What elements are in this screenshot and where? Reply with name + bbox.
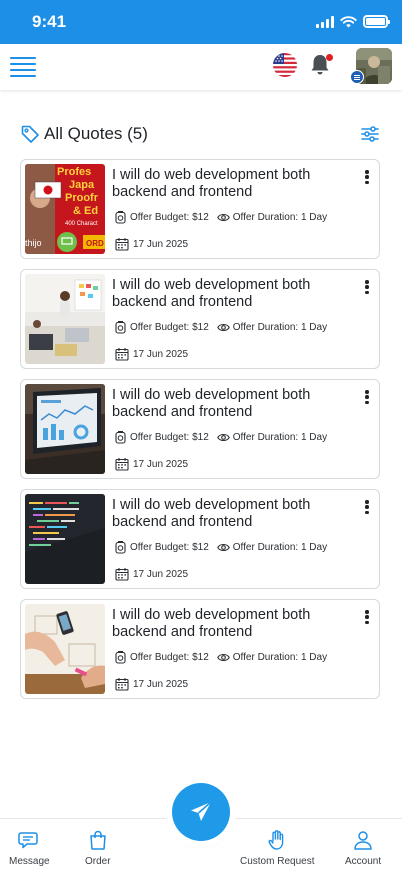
- quote-meta: Offer Budget: $12 Offer Duration: 1 Day: [114, 651, 327, 664]
- offer-budget: Offer Budget: $12: [130, 322, 209, 333]
- us-flag-icon[interactable]: [273, 53, 297, 77]
- quote-date: 17 Jun 2025: [133, 238, 189, 250]
- quote-date: 17 Jun 2025: [133, 568, 189, 580]
- more-options-icon[interactable]: [361, 498, 373, 516]
- offer-duration: Offer Duration: 1 Day: [232, 652, 328, 663]
- quote-thumbnail-proofreading: Profes Japa Proofr & Ed 400 Charact thij…: [25, 164, 105, 254]
- quote-date: 17 Jun 2025: [133, 458, 189, 470]
- svg-text:thijo: thijo: [25, 238, 42, 248]
- quote-date-row: 17 Jun 2025: [115, 237, 188, 251]
- nav-account[interactable]: Account: [345, 829, 381, 867]
- quote-title: I will do web development both backend a…: [112, 277, 311, 310]
- quote-card[interactable]: I will do web development both backend a…: [20, 269, 380, 369]
- quote-title: I will do web development both backend a…: [112, 167, 311, 200]
- chat-bubble-icon: [18, 832, 39, 849]
- offer-duration: Offer Duration: 1 Day: [232, 432, 328, 443]
- account-user-icon: [354, 831, 372, 850]
- quote-title: I will do web development both backend a…: [112, 607, 311, 640]
- cellular-signal-icon: [316, 15, 334, 28]
- quote-meta: Offer Budget: $12 Offer Duration: 1 Day: [114, 211, 327, 224]
- budget-icon: [115, 541, 126, 554]
- bell-icon[interactable]: [309, 53, 333, 79]
- app-bar: [0, 44, 402, 90]
- quote-date: 17 Jun 2025: [133, 678, 189, 690]
- calendar-icon: [115, 348, 129, 361]
- notification-dot: [326, 54, 333, 61]
- more-options-icon[interactable]: [361, 278, 373, 296]
- nav-custom-request-label: Custom Request: [240, 856, 315, 867]
- quote-meta: Offer Budget: $12 Offer Duration: 1 Day: [114, 431, 327, 444]
- eye-icon: [216, 213, 230, 222]
- quote-date-row: 17 Jun 2025: [115, 347, 188, 361]
- quote-date-row: 17 Jun 2025: [115, 457, 188, 471]
- nav-order-label: Order: [85, 856, 111, 867]
- quote-meta: Offer Budget: $12 Offer Duration: 1 Day: [114, 541, 327, 554]
- budget-icon: [115, 431, 126, 444]
- quote-card[interactable]: Profes Japa Proofr & Ed 400 Charact thij…: [20, 159, 380, 259]
- calendar-icon: [115, 678, 129, 691]
- quote-card[interactable]: I will do web development both backend a…: [20, 489, 380, 589]
- wifi-icon: [340, 15, 357, 27]
- send-paper-plane-icon[interactable]: [172, 783, 230, 841]
- more-options-icon[interactable]: [361, 168, 373, 186]
- budget-icon: [115, 211, 126, 224]
- raised-hand-icon: [268, 830, 284, 850]
- nav-custom-request[interactable]: Custom Request: [240, 829, 314, 867]
- quote-date: 17 Jun 2025: [133, 348, 189, 360]
- nav-message[interactable]: Message: [9, 829, 50, 867]
- nav-message-label: Message: [9, 856, 50, 867]
- eye-icon: [216, 653, 230, 662]
- nav-order[interactable]: Order: [85, 829, 111, 867]
- tag-icon: [21, 125, 39, 143]
- offer-budget: Offer Budget: $12: [130, 212, 209, 223]
- quote-thumbnail-code: [25, 494, 105, 584]
- budget-icon: [115, 651, 126, 664]
- quote-title: I will do web development both backend a…: [112, 497, 311, 530]
- calendar-icon: [115, 458, 129, 471]
- svg-text:Profes: Profes: [57, 166, 91, 178]
- avatar-menu-badge-icon: [350, 70, 364, 84]
- budget-icon: [115, 321, 126, 334]
- svg-text:400 Charact: 400 Charact: [65, 221, 98, 227]
- quote-date-row: 17 Jun 2025: [115, 677, 188, 691]
- offer-budget: Offer Budget: $12: [130, 432, 209, 443]
- svg-text:Proofr: Proofr: [65, 192, 99, 204]
- shopping-bag-icon: [90, 830, 106, 850]
- eye-icon: [216, 433, 230, 442]
- page-title: All Quotes (5): [44, 124, 148, 143]
- more-options-icon[interactable]: [361, 608, 373, 626]
- quote-meta: Offer Budget: $12 Offer Duration: 1 Day: [114, 321, 327, 334]
- quote-card[interactable]: I will do web development both backend a…: [20, 599, 380, 699]
- quotes-section-header: All Quotes (5): [20, 122, 382, 146]
- svg-text:ORD: ORD: [86, 239, 104, 248]
- more-options-icon[interactable]: [361, 388, 373, 406]
- status-time: 9:41: [32, 12, 67, 31]
- quote-thumbnail-wireframe-sketch: [25, 604, 105, 694]
- battery-icon: [363, 15, 390, 28]
- hamburger-menu-icon[interactable]: [10, 57, 36, 77]
- eye-icon: [216, 543, 230, 552]
- eye-icon: [216, 323, 230, 332]
- quote-card[interactable]: I will do web development both backend a…: [20, 379, 380, 479]
- svg-text:Japa: Japa: [69, 179, 95, 191]
- quote-thumbnail-laptop-dashboard: [25, 384, 105, 474]
- offer-budget: Offer Budget: $12: [130, 652, 209, 663]
- offer-duration: Offer Duration: 1 Day: [232, 212, 328, 223]
- offer-duration: Offer Duration: 1 Day: [232, 542, 328, 553]
- filter-sliders-icon[interactable]: [360, 124, 380, 144]
- calendar-icon: [115, 568, 129, 581]
- quote-title: I will do web development both backend a…: [112, 387, 311, 420]
- svg-text:& Ed: & Ed: [73, 205, 98, 217]
- calendar-icon: [115, 238, 129, 251]
- status-bar: 9:41: [0, 0, 402, 44]
- status-icons: [316, 15, 390, 28]
- nav-account-label: Account: [345, 856, 382, 867]
- quote-thumbnail-office: [25, 274, 105, 364]
- quote-date-row: 17 Jun 2025: [115, 567, 188, 581]
- offer-budget: Offer Budget: $12: [130, 542, 209, 553]
- offer-duration: Offer Duration: 1 Day: [232, 322, 328, 333]
